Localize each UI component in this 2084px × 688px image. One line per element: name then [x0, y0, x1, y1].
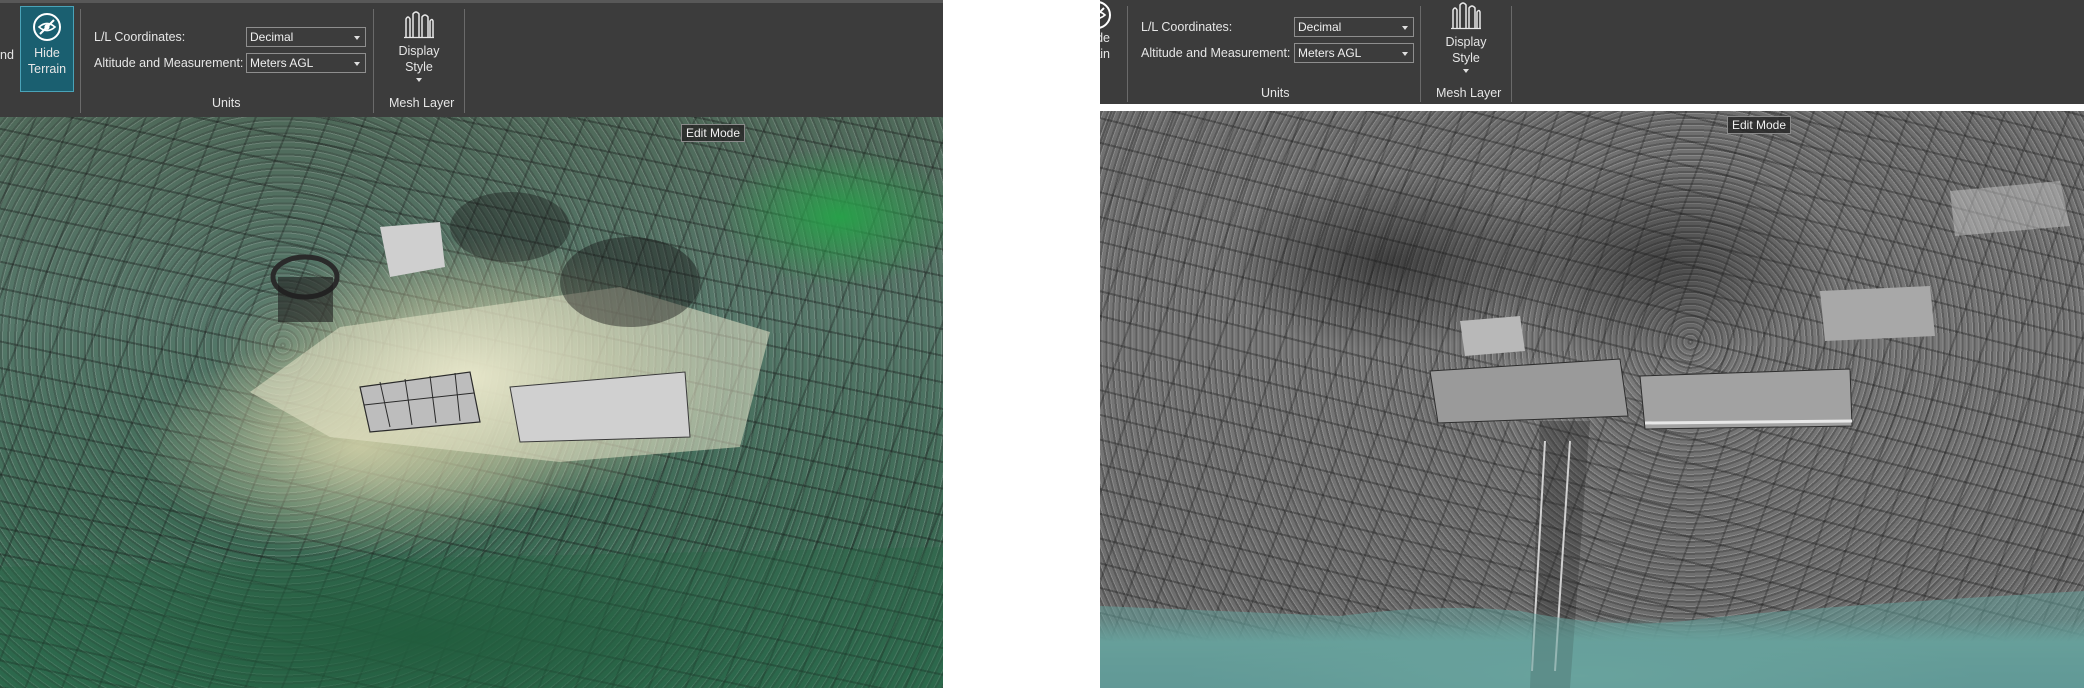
mesh-bars-icon: [1451, 2, 1481, 30]
mesh-scene-overlay: [0, 192, 943, 688]
edit-mode-indicator: Edit Mode: [681, 124, 746, 142]
mesh-bars-icon: [404, 11, 434, 39]
display-style-label-line2: Style: [405, 60, 433, 74]
ll-coordinates-value: Decimal: [1298, 20, 1342, 34]
altitude-measurement-dropdown[interactable]: Meters AGL: [1294, 43, 1414, 63]
altitude-measurement-value: Meters AGL: [1298, 46, 1362, 60]
display-style-button[interactable]: Display Style: [1437, 0, 1495, 78]
group-divider: [1420, 6, 1421, 102]
hide-terrain-label-line1: de: [1100, 31, 1110, 45]
hide-terrain-label-line1: Hide: [34, 46, 60, 60]
group-divider: [1127, 6, 1128, 102]
hide-terrain-button[interactable]: de ain: [1100, 0, 1112, 70]
3d-mesh-viewport[interactable]: Edit Mode: [1100, 111, 2084, 688]
truncated-button-label: nd: [0, 48, 14, 62]
chevron-down-icon: [354, 62, 360, 66]
altitude-measurement-label: Altitude and Measurement:: [1141, 46, 1291, 60]
display-style-label-line1: Display: [398, 44, 440, 58]
group-divider: [1511, 6, 1512, 102]
display-style-button[interactable]: Display Style: [390, 9, 448, 91]
units-group-label: Units: [1261, 86, 1290, 100]
ll-coordinates-dropdown[interactable]: Decimal: [246, 27, 366, 47]
units-group-label: Units: [212, 96, 241, 110]
altitude-measurement-value: Meters AGL: [250, 56, 314, 70]
left-viewer-window: nd Hide Terrain L/L Coordinates: Decimal…: [0, 0, 943, 688]
display-style-label-line1: Display: [1445, 35, 1487, 49]
display-style-label-line2: Style: [1452, 51, 1480, 65]
altitude-measurement-label: Altitude and Measurement:: [94, 56, 244, 70]
hide-terrain-label-line2: Terrain: [27, 62, 67, 76]
ribbon-toolbar: de ain L/L Coordinates: Decimal Altitude…: [1100, 0, 2084, 104]
chevron-down-icon: [1463, 69, 1469, 73]
chevron-down-icon: [416, 78, 422, 82]
chevron-down-icon: [1402, 52, 1408, 56]
chevron-down-icon: [354, 36, 360, 40]
hide-terrain-button[interactable]: Hide Terrain: [20, 6, 74, 92]
hide-eye-icon: [1100, 1, 1111, 29]
hide-terrain-label-line2: ain: [1100, 47, 1110, 61]
ll-coordinates-value: Decimal: [250, 30, 294, 44]
group-divider: [80, 9, 81, 113]
mesh-layer-group-label: Mesh Layer: [1436, 86, 1502, 100]
group-divider: [464, 9, 465, 113]
ll-coordinates-label: L/L Coordinates:: [1141, 20, 1233, 34]
3d-mesh-viewport[interactable]: Edit Mode: [0, 117, 943, 688]
altitude-measurement-dropdown[interactable]: Meters AGL: [246, 53, 366, 73]
mesh-scene-overlay: [1100, 181, 2084, 688]
ll-coordinates-dropdown[interactable]: Decimal: [1294, 17, 1414, 37]
right-viewer-window: de ain L/L Coordinates: Decimal Altitude…: [1100, 0, 2084, 688]
chevron-down-icon: [1402, 26, 1408, 30]
edit-mode-indicator: Edit Mode: [1727, 116, 1792, 134]
ll-coordinates-label: L/L Coordinates:: [94, 30, 186, 44]
group-divider: [373, 9, 374, 113]
ribbon-toolbar: nd Hide Terrain L/L Coordinates: Decimal…: [0, 0, 943, 117]
mesh-layer-group-label: Mesh Layer: [389, 96, 455, 110]
hide-eye-icon: [33, 13, 61, 41]
